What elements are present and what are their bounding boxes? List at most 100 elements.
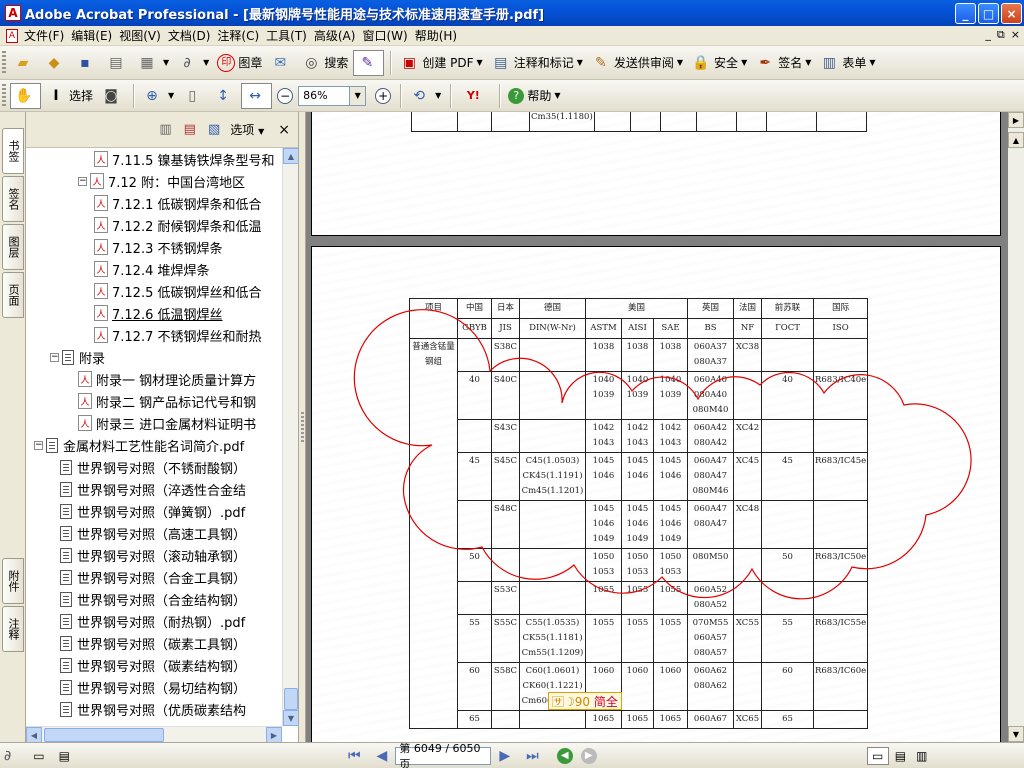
- bookmark-item[interactable]: − 人 7.12 附：中国台湾地区: [78, 170, 245, 192]
- document-vertical-scrollbar[interactable]: ▶ ▲ ▼: [1008, 112, 1024, 742]
- bookmark-item[interactable]: 人附录三 进口金属材料证明书: [78, 412, 256, 434]
- help-button[interactable]: ? 帮助 ▼: [505, 83, 563, 109]
- stamp-button[interactable]: 印图章: [214, 50, 265, 76]
- scroll-up-arrow[interactable]: ▲: [283, 148, 299, 164]
- bookmark-item[interactable]: 人 7.12.3 不锈钢焊条: [94, 236, 222, 258]
- toolbar-grip[interactable]: [2, 50, 6, 75]
- save-button[interactable]: ▪: [72, 50, 101, 76]
- collapse-toggle-icon[interactable]: −: [78, 176, 87, 186]
- fit-page-button[interactable]: ↕: [210, 83, 239, 109]
- scroll-down-arrow[interactable]: ▼: [1008, 726, 1024, 742]
- transparency-button[interactable]: ✎: [353, 49, 385, 76]
- close-panel-button[interactable]: ×: [278, 122, 290, 138]
- tab-comments[interactable]: 注释: [2, 606, 24, 652]
- collapse-toggle-icon[interactable]: −: [50, 352, 59, 362]
- bookmark-item[interactable]: 世界钢号对照（优质碳素结构: [60, 698, 246, 720]
- bookmark-item[interactable]: 世界钢号对照（碳素结构钢）: [60, 654, 246, 676]
- bookmark-item[interactable]: − 附录: [50, 346, 105, 368]
- zoom-input[interactable]: 86%: [298, 85, 351, 106]
- zoom-out-button[interactable]: −: [274, 83, 296, 109]
- page-display-icon[interactable]: ▭: [33, 749, 44, 763]
- bookmark-item[interactable]: 世界钢号对照（易切结构钢）: [60, 676, 246, 698]
- bookmark-item[interactable]: 人附录一 钢材理论质量计算方: [78, 368, 256, 390]
- bookmarks-vertical-scrollbar[interactable]: ▲ ▼: [282, 148, 299, 726]
- menu-window[interactable]: 窗口(W): [362, 27, 414, 44]
- create-pdf-button[interactable]: ▣ 创建 PDF ▼: [396, 50, 485, 76]
- cloud-annotation[interactable]: [312, 247, 1002, 742]
- menu-file[interactable]: 文件(F): [24, 27, 71, 44]
- zoom-dropdown[interactable]: ▼: [350, 85, 367, 106]
- tab-signatures[interactable]: 签名: [2, 176, 24, 222]
- select-tool-button[interactable]: I 选择: [43, 83, 96, 109]
- zoom-tool-button[interactable]: ⊕ ▼: [139, 83, 177, 109]
- bookmark-item[interactable]: 人 7.12.4 堆焊焊条: [94, 258, 209, 280]
- menu-document[interactable]: 文档(D): [168, 27, 218, 44]
- bookmark-item[interactable]: 世界钢号对照（不锈耐酸钢）: [60, 456, 246, 478]
- bookmark-item[interactable]: 人附录二 钢产品标记代号和钢: [78, 390, 256, 412]
- sign-button[interactable]: ✒ 签名 ▼: [752, 50, 814, 76]
- print-button[interactable]: ▤: [103, 50, 132, 76]
- scroll-up-arrow[interactable]: ▶: [1008, 112, 1024, 128]
- first-page-button[interactable]: ⏮: [348, 749, 361, 763]
- facing-page-button[interactable]: ▥: [916, 749, 927, 763]
- bookmark-item[interactable]: 世界钢号对照（高速工具钢）: [60, 522, 246, 544]
- tab-layers[interactable]: 图层: [2, 224, 24, 270]
- bookmark-item[interactable]: 人 7.11.5 镍基铸铁焊条型号和: [94, 148, 274, 170]
- new-bookmark-icon[interactable]: ▤: [184, 122, 196, 137]
- forms-button[interactable]: ▥ 表单 ▼: [816, 50, 878, 76]
- bookmarks-horizontal-scrollbar[interactable]: ◀ ▶: [26, 726, 282, 743]
- toolbar-grip[interactable]: [2, 83, 6, 108]
- security-button[interactable]: 🔒 安全 ▼: [688, 50, 750, 76]
- bookmark-item[interactable]: 世界钢号对照（耐热钢）.pdf: [60, 610, 245, 632]
- minimize-button[interactable]: _: [955, 3, 976, 24]
- page-number-input[interactable]: 第 6049 / 6050 页: [395, 742, 492, 768]
- yahoo-button[interactable]: Y!: [456, 83, 493, 109]
- open-button[interactable]: ▰: [10, 50, 39, 76]
- menu-comments[interactable]: 注释(C): [217, 27, 266, 44]
- next-view-button[interactable]: ▶: [580, 747, 597, 764]
- rotate-button[interactable]: ⟲ ▼: [406, 83, 444, 109]
- last-page-button[interactable]: ⏭: [526, 749, 539, 763]
- comment-markup-button[interactable]: ▤ 注释和标记 ▼: [488, 50, 586, 76]
- bookmark-item[interactable]: 世界钢号对照（合金结构钢）: [60, 588, 246, 610]
- options-menu[interactable]: 选项 ▼: [230, 121, 264, 138]
- scroll-left-arrow[interactable]: ◀: [26, 727, 42, 743]
- organizer-button[interactable]: ◆: [41, 50, 70, 76]
- layout-icon[interactable]: ▤: [59, 749, 70, 763]
- snapshot-button[interactable]: ◙: [98, 83, 127, 109]
- acrobat-icon[interactable]: A: [5, 5, 21, 21]
- bookmark-item[interactable]: 世界钢号对照（弹簧钢）.pdf: [60, 500, 245, 522]
- bookmark-item[interactable]: 人 7.12.7 不锈钢焊丝和耐热: [94, 324, 261, 346]
- maximize-button[interactable]: □: [978, 3, 999, 24]
- tab-attachments[interactable]: 附件: [2, 558, 24, 604]
- bookmark-item[interactable]: 世界钢号对照（合金工具钢）: [60, 566, 246, 588]
- fit-width-button[interactable]: ↔: [241, 82, 273, 109]
- paperclip-icon[interactable]: ∂: [4, 748, 11, 764]
- search-button[interactable]: ◎ 搜索: [298, 50, 351, 76]
- bookmark-item[interactable]: 世界钢号对照（碳素工具钢）: [60, 632, 246, 654]
- document-view[interactable]: Cm35(1.1180) 项目 中国 日本 德国 美国 英国 法国 前苏联 国际…: [306, 112, 1008, 742]
- scroll-thumb[interactable]: [284, 688, 298, 710]
- menu-tools[interactable]: 工具(T): [266, 27, 314, 44]
- previous-view-button[interactable]: ◀: [556, 747, 573, 764]
- cloud-annotation-stroke[interactable]: [353, 309, 972, 600]
- doc-minimize-button[interactable]: _: [985, 28, 991, 42]
- hand-tool-button[interactable]: ✋: [10, 82, 41, 109]
- doc-restore-button[interactable]: ⧉: [997, 28, 1005, 42]
- next-page-button[interactable]: ▶: [499, 749, 510, 763]
- close-button[interactable]: ×: [1001, 3, 1022, 24]
- doc-close-button[interactable]: ×: [1011, 28, 1020, 42]
- trash-icon[interactable]: ▥: [159, 122, 171, 137]
- scroll-thumb[interactable]: [44, 728, 164, 742]
- bookmark-item[interactable]: 人 7.12.5 低碳钢焊丝和低合: [94, 280, 261, 302]
- scroll-down-arrow[interactable]: ▼: [283, 710, 299, 726]
- tab-pages[interactable]: 页面: [2, 272, 24, 318]
- continuous-page-button[interactable]: ▤: [895, 749, 906, 763]
- print-options-button[interactable]: ▦ ▼: [134, 50, 172, 76]
- ime-status-bar[interactable]: 🈂☽90 简全: [548, 692, 622, 710]
- bookmark-item[interactable]: − 金属材料工艺性能名词简介.pdf: [34, 434, 244, 456]
- collapse-toggle-icon[interactable]: −: [34, 440, 43, 450]
- menu-edit[interactable]: 编辑(E): [71, 27, 119, 44]
- previous-page-button[interactable]: ◀: [377, 749, 388, 763]
- single-page-button[interactable]: ▭: [866, 746, 889, 765]
